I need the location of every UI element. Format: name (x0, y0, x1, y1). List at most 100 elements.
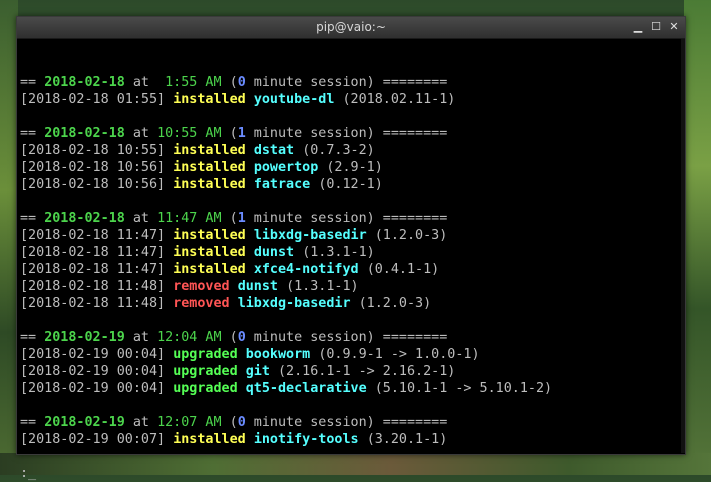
session-date: 2018-02-19 (44, 415, 125, 430)
entry-timestamp: [2018-02-18 11:47] (20, 262, 166, 277)
entry-package: qt5-declarative (245, 381, 367, 396)
header-prefix: == (20, 211, 45, 226)
entry-package: dstat (253, 143, 295, 158)
terminal-window[interactable]: pip@vaio:~ ▁ ☐ ✕ == 2018-02-18 at 1:55 A… (16, 16, 686, 481)
entry-timestamp: [2018-02-19 00:04] (20, 347, 166, 362)
entry-version: (1.3.1-1) (286, 279, 359, 294)
entry-action: upgraded (173, 347, 238, 362)
session-date: 2018-02-18 (44, 75, 125, 90)
entry-timestamp: [2018-02-18 10:56] (20, 177, 166, 192)
entry-action: upgraded (173, 364, 238, 379)
log-entry: [2018-02-18 10:56] installed fatrace (0.… (20, 176, 675, 193)
prompt-line: :_ (20, 465, 675, 482)
entry-package: git (245, 364, 270, 379)
log-entry: [2018-02-18 11:47] installed xfce4-notif… (20, 261, 675, 278)
entry-version: (0.12-1) (318, 177, 383, 192)
entry-package: libxdg-basedir (237, 296, 351, 311)
header-at: at (124, 75, 166, 90)
entry-package: bookworm (245, 347, 311, 362)
header-close: minute session) ======== (245, 330, 448, 345)
entry-timestamp: [2018-02-18 11:47] (20, 228, 166, 243)
terminal-prompt: :_ (20, 466, 37, 481)
entry-version: (2.9-1) (326, 160, 383, 175)
entry-package: dunst (253, 245, 295, 260)
header-open: ( (221, 211, 238, 226)
session-header: == 2018-02-19 at 12:04 AM (0 minute sess… (20, 329, 675, 346)
entry-timestamp: [2018-02-18 11:47] (20, 245, 166, 260)
entry-action: installed (173, 143, 246, 158)
scrollbar[interactable] (681, 39, 685, 453)
entry-version: (1.2.0-3) (358, 296, 432, 311)
log-entry: [2018-02-18 01:55] installed youtube-dl … (20, 91, 675, 108)
session-header: == 2018-02-19 at 12:07 AM (0 minute sess… (20, 414, 675, 431)
entry-action: installed (173, 432, 246, 447)
entry-version: (0.7.3-2) (302, 143, 375, 158)
log-entry: [2018-02-19 00:04] upgraded git (2.16.1-… (20, 363, 675, 380)
entry-action: installed (173, 245, 246, 260)
entry-action: installed (173, 160, 246, 175)
entry-package: dunst (237, 279, 278, 294)
header-open: ( (221, 126, 238, 141)
entry-timestamp: [2018-02-18 10:55] (20, 143, 166, 158)
log-entry: [2018-02-18 10:55] installed dstat (0.7.… (20, 142, 675, 159)
entry-action: installed (173, 228, 246, 243)
entry-action: upgraded (173, 381, 238, 396)
log-entry: [2018-02-18 11:47] installed libxdg-base… (20, 227, 675, 244)
session-time: 12:07 AM (157, 415, 222, 430)
entry-package: xfce4-notifyd (253, 262, 359, 277)
window-title: pip@vaio:~ (316, 20, 386, 34)
entry-package: powertop (253, 160, 319, 175)
session-date: 2018-02-18 (44, 126, 125, 141)
log-entry: [2018-02-18 11:48] removed libxdg-basedi… (20, 295, 675, 312)
header-close: minute session) ======== (245, 75, 448, 90)
session-header: == 2018-02-18 at 11:47 AM (1 minute sess… (20, 210, 675, 227)
entry-version: (1.3.1-1) (302, 245, 375, 260)
log-entry: [2018-02-18 11:48] removed dunst (1.3.1-… (20, 278, 675, 295)
terminal-output[interactable]: == 2018-02-18 at 1:55 AM (0 minute sessi… (20, 57, 675, 481)
header-prefix: == (20, 126, 45, 141)
header-at: at (124, 415, 158, 430)
entry-version: (3.20.1-1) (366, 432, 448, 447)
session-header: == 2018-02-18 at 1:55 AM (0 minute sessi… (20, 74, 675, 91)
entry-package: youtube-dl (253, 92, 335, 107)
log-entry: [2018-02-18 10:56] installed powertop (2… (20, 159, 675, 176)
minimize-button[interactable]: ▁ (631, 20, 645, 34)
entry-version: (1.2.0-3) (374, 228, 448, 243)
log-entry: [2018-02-19 00:04] upgraded bookworm (0.… (20, 346, 675, 363)
entry-version: (0.4.1-1) (366, 262, 440, 277)
entry-timestamp: [2018-02-19 00:04] (20, 381, 166, 396)
entry-action: installed (173, 177, 246, 192)
session-date: 2018-02-18 (44, 211, 125, 226)
entry-timestamp: [2018-02-18 10:56] (20, 160, 166, 175)
entry-timestamp: [2018-02-19 00:04] (20, 364, 166, 379)
log-entry: [2018-02-19 00:04] upgraded qt5-declarat… (20, 380, 675, 397)
entry-version: (5.10.1-1 -> 5.10.1-2) (374, 381, 553, 396)
header-prefix: == (20, 75, 45, 90)
entry-timestamp: [2018-02-18 11:48] (20, 296, 166, 311)
title-bar[interactable]: pip@vaio:~ ▁ ☐ ✕ (17, 17, 685, 39)
header-at: at (124, 330, 158, 345)
header-close: minute session) ======== (245, 415, 448, 430)
session-minutes: 0 (237, 75, 246, 90)
header-open: ( (221, 415, 238, 430)
entry-timestamp: [2018-02-18 01:55] (20, 92, 166, 107)
entry-action: installed (173, 92, 246, 107)
session-minutes: 1 (237, 126, 246, 141)
entry-package: fatrace (253, 177, 311, 192)
session-time: 1:55 AM (165, 75, 222, 90)
desktop-background-right (684, 0, 711, 475)
header-at: at (124, 211, 158, 226)
header-close: minute session) ======== (245, 126, 448, 141)
maximize-button[interactable]: ☐ (649, 20, 663, 34)
entry-package: inotify-tools (253, 432, 359, 447)
header-prefix: == (20, 415, 45, 430)
close-button[interactable]: ✕ (667, 20, 681, 34)
session-time: 10:55 AM (157, 126, 222, 141)
entry-action: removed (173, 279, 230, 294)
